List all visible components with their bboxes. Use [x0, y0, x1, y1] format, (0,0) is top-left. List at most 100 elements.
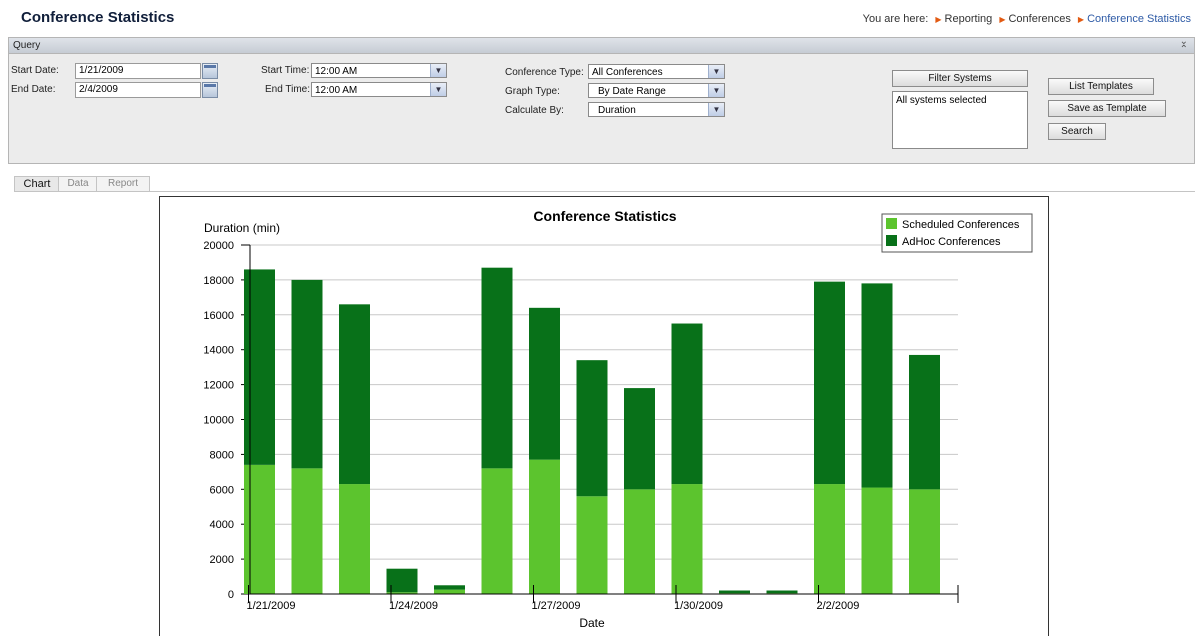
adhoc-bar	[576, 360, 608, 497]
end-date-label: End Date:	[11, 84, 56, 95]
page-title: Conference Statistics	[21, 9, 175, 26]
breadcrumb-reporting[interactable]: Reporting	[945, 13, 993, 25]
filter-systems-button[interactable]: Filter Systems	[892, 70, 1028, 87]
scheduled-bar	[481, 468, 513, 594]
adhoc-bar	[481, 267, 513, 469]
scheduled-bar	[576, 496, 608, 594]
y-axis-label: Duration (min)	[204, 221, 280, 235]
chart-panel: 0 2000 4000 6000 8000 10000 12000 14000 16000 180…	[159, 196, 1049, 636]
graph-type-select[interactable]: By Date Range ▼	[588, 83, 725, 98]
tab-divider	[14, 191, 1195, 192]
legend-swatch-scheduled	[886, 218, 897, 229]
graph-type-label: Graph Type:	[505, 86, 560, 97]
scheduled-bar	[624, 489, 655, 594]
scheduled-bar	[529, 459, 560, 594]
x-tick-label: 1/24/2009	[389, 600, 438, 612]
adhoc-bar	[434, 585, 465, 590]
scheduled-bar	[244, 464, 275, 594]
calendar-icon[interactable]	[202, 63, 218, 79]
adhoc-bar	[339, 304, 370, 485]
query-panel: Query ⌄ ⌃ Start Date: 1/21/2009 End Date:…	[8, 37, 1195, 164]
start-time-label: Start Time:	[261, 65, 310, 76]
x-tick-label: 1/30/2009	[674, 600, 723, 612]
legend-swatch-adhoc	[886, 235, 897, 246]
start-time-value: 12:00 AM	[315, 66, 358, 77]
end-date-field[interactable]: 2/4/2009	[75, 82, 201, 98]
scheduled-bar	[909, 489, 940, 594]
breadcrumb-current[interactable]: Conference Statistics	[1087, 13, 1191, 25]
conference-type-value: All Conferences	[592, 67, 663, 78]
end-time-select[interactable]: 12:00 AM ▼	[311, 82, 447, 97]
y-tick-label: 18000	[203, 275, 234, 287]
y-tick-label: 6000	[210, 484, 234, 496]
tab-chart[interactable]: Chart	[14, 176, 60, 192]
breadcrumb-arrow-icon: ▶	[1077, 15, 1085, 24]
scheduled-bar	[434, 589, 465, 594]
end-time-value: 12:00 AM	[315, 85, 358, 96]
adhoc-bar	[861, 283, 893, 488]
adhoc-bar	[244, 269, 275, 465]
adhoc-bar	[291, 279, 323, 469]
chevron-down-icon[interactable]: ▼	[430, 83, 446, 96]
scheduled-bar	[814, 484, 845, 594]
calculate-by-label: Calculate By:	[505, 105, 564, 116]
scheduled-bar	[339, 484, 370, 594]
y-tick-label: 2000	[210, 554, 234, 566]
x-tick-label: 1/21/2009	[247, 600, 296, 612]
start-date-field[interactable]: 1/21/2009	[75, 63, 201, 79]
scheduled-bar	[671, 484, 703, 594]
adhoc-bar	[624, 388, 655, 490]
scheduled-bar	[291, 468, 323, 594]
adhoc-bar	[766, 590, 798, 594]
query-panel-title: Query	[13, 40, 41, 51]
chevron-down-icon[interactable]: ▼	[708, 65, 724, 78]
adhoc-bar	[671, 323, 703, 485]
chevron-down-icon[interactable]: ▼	[708, 103, 724, 116]
start-time-select[interactable]: 12:00 AM ▼	[311, 63, 447, 78]
tab-report[interactable]: Report	[96, 176, 150, 192]
chevron-down-icon[interactable]: ▼	[708, 84, 724, 97]
conference-type-label: Conference Type:	[505, 67, 584, 78]
calculate-by-value: Duration	[598, 105, 636, 116]
y-tick-label: 8000	[210, 449, 234, 461]
chart-title: Conference Statistics	[533, 208, 676, 224]
y-tick-label: 12000	[203, 380, 234, 392]
y-tick-label: 16000	[203, 310, 234, 322]
systems-list[interactable]: All systems selected	[892, 91, 1028, 149]
end-time-label: End Time:	[265, 84, 311, 95]
chevron-down-icon[interactable]: ▼	[430, 64, 446, 77]
collapse-icon[interactable]: ⌄ ⌃	[1180, 37, 1188, 55]
start-date-label: Start Date:	[11, 65, 59, 76]
adhoc-bar	[814, 281, 845, 485]
search-button[interactable]: Search	[1048, 123, 1106, 140]
adhoc-bar	[529, 307, 560, 460]
y-tick-label: 4000	[210, 519, 234, 531]
query-panel-header: Query ⌄ ⌃	[9, 37, 1194, 55]
title-bar: Conference Statistics You are here: ▶ Rep…	[0, 0, 1195, 30]
save-as-template-button[interactable]: Save as Template	[1048, 100, 1166, 117]
y-tick-label: 0	[228, 589, 234, 601]
breadcrumb-conferences[interactable]: Conferences	[1008, 13, 1070, 25]
x-tick-label: 1/27/2009	[532, 600, 581, 612]
graph-type-value: By Date Range	[598, 86, 666, 97]
tab-data[interactable]: Data	[58, 176, 98, 192]
legend-label: Scheduled Conferences	[902, 219, 1020, 231]
calendar-icon[interactable]	[202, 82, 218, 98]
list-templates-button[interactable]: List Templates	[1048, 78, 1154, 95]
scheduled-bar	[861, 487, 893, 594]
x-axis-label: Date	[579, 616, 605, 630]
y-tick-label: 10000	[203, 415, 234, 427]
x-tick-label: 2/2/2009	[817, 600, 860, 612]
adhoc-bar	[909, 354, 940, 490]
you-are-here-label: You are here:	[862, 13, 929, 25]
conference-type-select[interactable]: All Conferences ▼	[588, 64, 725, 79]
calculate-by-select[interactable]: Duration ▼	[588, 102, 725, 117]
y-tick-label: 14000	[203, 345, 234, 357]
y-tick-label: 20000	[203, 240, 234, 252]
conference-statistics-chart: 0 2000 4000 6000 8000 10000 12000 14000 16000 180…	[203, 208, 1033, 630]
breadcrumb-arrow-icon: ▶	[999, 15, 1006, 24]
breadcrumb-arrow-icon: ▶	[935, 15, 942, 24]
breadcrumb: You are here: ▶ Reporting ▶ Conferences ▶ C…	[863, 13, 1191, 25]
adhoc-bar	[719, 590, 750, 594]
legend-label: AdHoc Conferences	[902, 236, 1001, 248]
